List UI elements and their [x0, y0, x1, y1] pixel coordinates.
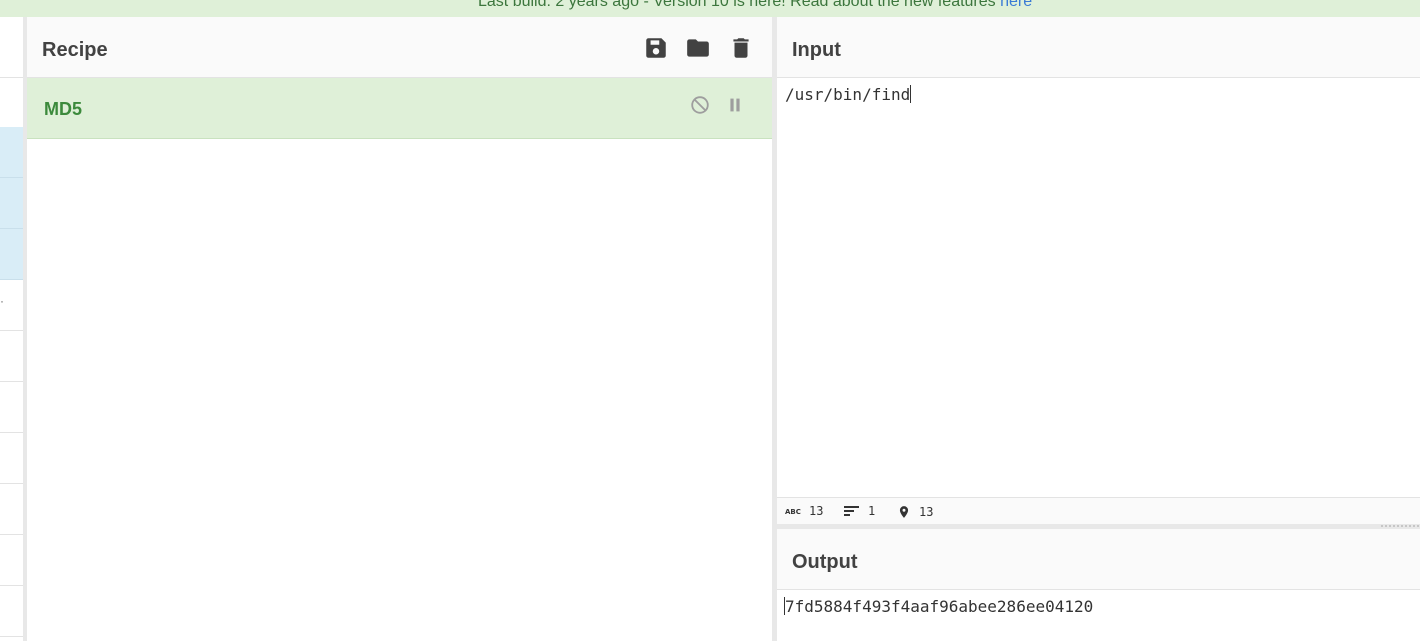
operation-name: MD5	[44, 99, 83, 119]
pause-icon	[730, 98, 740, 112]
recipe-pane: Recipe MD5	[27, 17, 772, 641]
banner-link[interactable]: here	[1000, 0, 1032, 10]
folder-icon	[687, 39, 709, 57]
input-length-stat: ABC 13	[785, 504, 823, 518]
input-length-value: 13	[809, 504, 824, 518]
save-icon	[646, 38, 666, 58]
recipe-header: Recipe	[27, 17, 772, 78]
disable-operation-button[interactable]	[689, 94, 711, 116]
banner-message: Last build: 2 years ago - Version 10 is …	[478, 0, 1032, 11]
operations-list-item[interactable]	[0, 127, 23, 178]
output-header: Output	[777, 529, 1420, 590]
operations-list-item[interactable]	[0, 178, 23, 229]
text-cursor	[910, 85, 912, 103]
operations-list-item[interactable]	[0, 382, 23, 433]
operations-search-input[interactable]	[0, 77, 23, 128]
input-title: Input	[792, 39, 841, 61]
clear-recipe-button[interactable]	[728, 35, 754, 61]
input-lines-stat: 1	[844, 504, 875, 518]
trash-icon	[733, 38, 749, 58]
load-recipe-button[interactable]	[685, 35, 711, 61]
recipe-operation-md5[interactable]: MD5	[27, 78, 772, 139]
operations-list-item[interactable]	[0, 331, 23, 382]
input-position-stat: 13	[897, 504, 933, 520]
input-status-bar: ABC 13 1 13	[777, 497, 1420, 525]
lines-icon	[844, 506, 859, 516]
operations-list-item[interactable]	[0, 586, 23, 637]
breakpoint-button[interactable]	[724, 94, 746, 116]
save-recipe-button[interactable]	[643, 35, 669, 61]
output-pane: Output 7fd5884f493f4aaf96abee286ee04120	[777, 529, 1420, 641]
output-textarea[interactable]: 7fd5884f493f4aaf96abee286ee04120	[784, 597, 1093, 616]
operations-list-item[interactable]	[0, 484, 23, 535]
input-pane: Input /usr/bin/find ABC 13 1 13	[777, 17, 1420, 525]
operations-item-glyph: ·	[0, 294, 4, 308]
output-value: 7fd5884f493f4aaf96abee286ee04120	[785, 597, 1094, 616]
ban-icon	[691, 96, 709, 114]
operations-list-item[interactable]	[0, 535, 23, 586]
input-lines-value: 1	[868, 504, 876, 518]
operations-list-item[interactable]	[0, 229, 23, 280]
abc-icon: ABC	[785, 508, 801, 516]
input-position-value: 13	[919, 505, 934, 519]
version-banner: Last build: 2 years ago - Version 10 is …	[0, 0, 1420, 17]
input-value: /usr/bin/find	[785, 85, 911, 104]
input-header: Input	[777, 17, 1420, 78]
svg-text:ABC: ABC	[785, 508, 801, 516]
recipe-title: Recipe	[42, 39, 108, 61]
operations-list-item[interactable]: ·	[0, 280, 23, 331]
location-pin-icon	[899, 506, 909, 518]
banner-text: Last build: 2 years ago - Version 10 is …	[478, 0, 1001, 10]
operations-list-item[interactable]	[0, 433, 23, 484]
input-textarea[interactable]: /usr/bin/find	[785, 85, 912, 104]
operations-column: ·	[0, 17, 24, 641]
output-title: Output	[792, 551, 858, 573]
